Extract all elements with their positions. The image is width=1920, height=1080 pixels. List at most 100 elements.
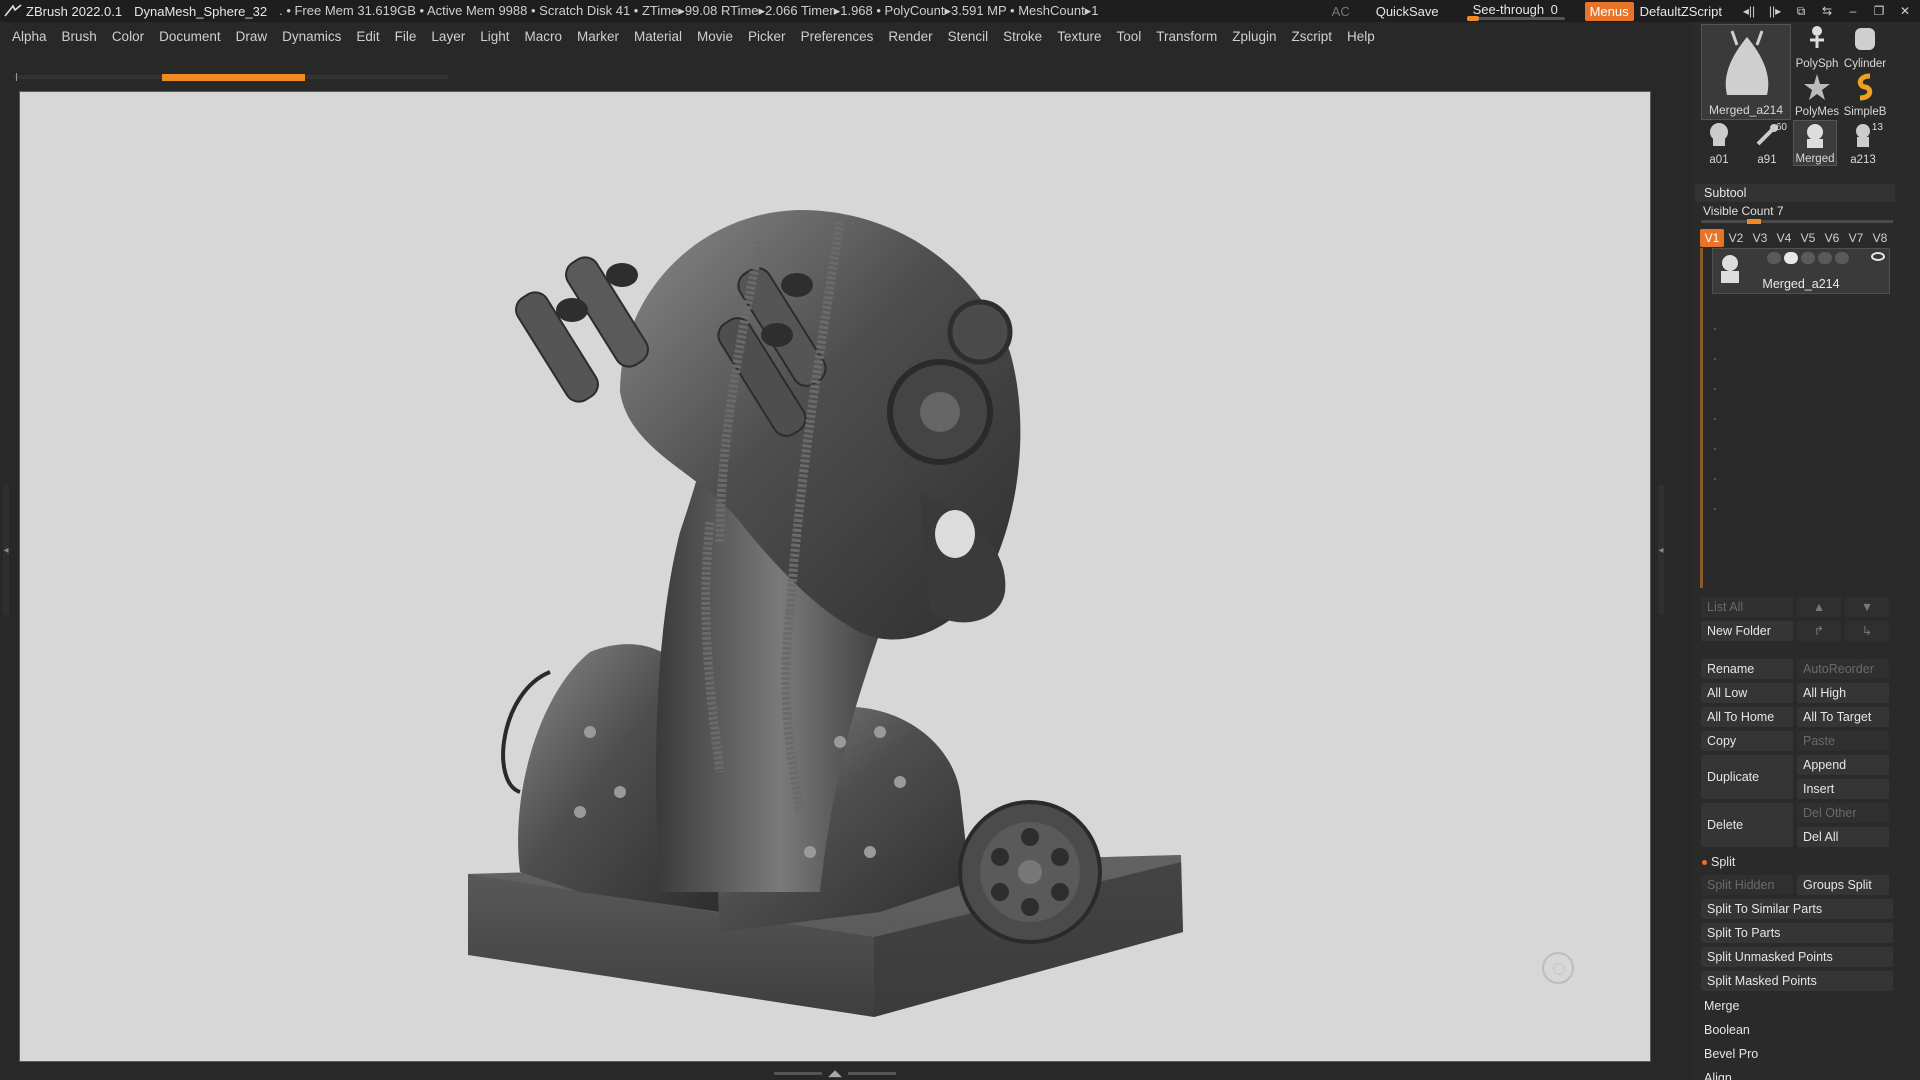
- visible-count-knob[interactable]: [1747, 219, 1761, 224]
- menu-edit[interactable]: Edit: [356, 29, 379, 44]
- tool-a01[interactable]: a01: [1697, 120, 1741, 166]
- paste-button[interactable]: Paste: [1797, 731, 1889, 751]
- menu-tool[interactable]: Tool: [1116, 29, 1141, 44]
- right-tray-handle[interactable]: ◂: [1658, 485, 1664, 615]
- ac-toggle[interactable]: AC: [1332, 4, 1350, 19]
- bottom-tray-handle[interactable]: ◢◣: [770, 1069, 900, 1078]
- menu-zscript[interactable]: Zscript: [1292, 29, 1333, 44]
- duplicate-button[interactable]: Duplicate: [1701, 755, 1793, 799]
- menu-render[interactable]: Render: [888, 29, 932, 44]
- menu-file[interactable]: File: [395, 29, 417, 44]
- menu-document[interactable]: Document: [159, 29, 221, 44]
- merge-subpalette-header[interactable]: Merge: [1704, 999, 1739, 1013]
- boolean-subpalette-header[interactable]: Boolean: [1704, 1023, 1750, 1037]
- ui-layout-icon[interactable]: ⇆: [1816, 0, 1838, 22]
- menu-material[interactable]: Material: [634, 29, 682, 44]
- menus-toggle[interactable]: Menus: [1584, 1, 1634, 21]
- left-tray-handle[interactable]: ◂: [3, 485, 9, 615]
- menu-transform[interactable]: Transform: [1156, 29, 1217, 44]
- see-through-slider[interactable]: See-through 0: [1466, 0, 1565, 22]
- menu-draw[interactable]: Draw: [236, 29, 268, 44]
- bevel-pro-subpalette-header[interactable]: Bevel Pro: [1704, 1047, 1758, 1061]
- restore-icon[interactable]: ❐: [1868, 0, 1890, 22]
- tool-simplebrush[interactable]: SimpleB: [1843, 72, 1887, 118]
- tool-a91[interactable]: 60 a91: [1745, 120, 1789, 166]
- menu-layer[interactable]: Layer: [431, 29, 465, 44]
- vtab-v1[interactable]: V1: [1700, 229, 1724, 247]
- see-through-knob[interactable]: [1466, 16, 1479, 21]
- shelf-active-segment[interactable]: [162, 74, 305, 81]
- menu-dynamics[interactable]: Dynamics: [282, 29, 341, 44]
- del-all-button[interactable]: Del All: [1797, 827, 1889, 847]
- minimize-icon[interactable]: –: [1842, 0, 1864, 22]
- list-all-button[interactable]: List All: [1701, 597, 1793, 617]
- visible-count-slider[interactable]: [1701, 219, 1893, 224]
- menu-picker[interactable]: Picker: [748, 29, 786, 44]
- del-other-button[interactable]: Del Other: [1797, 803, 1889, 823]
- split-to-similar-parts-button[interactable]: Split To Similar Parts: [1701, 899, 1893, 919]
- split-unmasked-points-button[interactable]: Split Unmasked Points: [1701, 947, 1893, 967]
- subtool-eye-icon[interactable]: [1871, 252, 1885, 261]
- tool-cylinder[interactable]: Cylinder: [1843, 24, 1887, 70]
- tool-polymesh[interactable]: PolyMes: [1795, 72, 1839, 118]
- subtool-dynamesh-icon[interactable]: [1818, 252, 1832, 264]
- canvas-viewport[interactable]: [19, 91, 1651, 1062]
- current-tool-thumbnail[interactable]: Merged_a214: [1701, 24, 1791, 120]
- default-zscript-button[interactable]: DefaultZScript: [1640, 4, 1722, 19]
- vtab-v2[interactable]: V2: [1724, 229, 1748, 247]
- vtab-v4[interactable]: V4: [1772, 229, 1796, 247]
- menu-preferences[interactable]: Preferences: [801, 29, 874, 44]
- quicksave-button[interactable]: QuickSave: [1376, 4, 1439, 19]
- vtab-v8[interactable]: V8: [1868, 229, 1892, 247]
- insert-button[interactable]: Insert: [1797, 779, 1889, 799]
- collapse-right-icon[interactable]: ||▸: [1764, 0, 1786, 22]
- split-subpalette-header[interactable]: Split: [1702, 855, 1735, 869]
- menu-brush[interactable]: Brush: [62, 29, 97, 44]
- menu-light[interactable]: Light: [480, 29, 509, 44]
- align-subpalette-header[interactable]: Align: [1704, 1071, 1732, 1080]
- tool-polysphere[interactable]: PolySph: [1795, 24, 1839, 70]
- delete-button[interactable]: Delete: [1701, 803, 1793, 847]
- layout-icon[interactable]: ⧉: [1790, 0, 1812, 22]
- all-to-home-button[interactable]: All To Home: [1701, 707, 1793, 727]
- rename-button[interactable]: Rename: [1701, 659, 1793, 679]
- subtool-header[interactable]: Subtool: [1695, 184, 1895, 202]
- vtab-v7[interactable]: V7: [1844, 229, 1868, 247]
- new-folder-button[interactable]: New Folder: [1701, 621, 1793, 641]
- subtool-lock-icon[interactable]: [1835, 252, 1849, 264]
- menu-color[interactable]: Color: [112, 29, 144, 44]
- menu-stencil[interactable]: Stencil: [948, 29, 989, 44]
- move-up-icon[interactable]: ▲: [1797, 597, 1841, 617]
- append-button[interactable]: Append: [1797, 755, 1889, 775]
- split-to-parts-button[interactable]: Split To Parts: [1701, 923, 1893, 943]
- subtool-brush-icon[interactable]: [1767, 252, 1781, 264]
- top-shelf[interactable]: [14, 73, 448, 81]
- close-icon[interactable]: ✕: [1894, 0, 1916, 22]
- folder-move-up-icon[interactable]: ↱: [1797, 621, 1841, 641]
- vtab-v5[interactable]: V5: [1796, 229, 1820, 247]
- menu-help[interactable]: Help: [1347, 29, 1375, 44]
- subtool-list-scrollbar[interactable]: [1700, 248, 1703, 588]
- menu-zplugin[interactable]: Zplugin: [1232, 29, 1276, 44]
- vtab-v6[interactable]: V6: [1820, 229, 1844, 247]
- autoreorder-button[interactable]: AutoReorder: [1797, 659, 1889, 679]
- groups-split-button[interactable]: Groups Split: [1797, 875, 1889, 895]
- tool-merged[interactable]: Merged: [1793, 120, 1837, 166]
- collapse-left-icon[interactable]: ◂||: [1738, 0, 1760, 22]
- menu-marker[interactable]: Marker: [577, 29, 619, 44]
- menu-texture[interactable]: Texture: [1057, 29, 1101, 44]
- menu-macro[interactable]: Macro: [524, 29, 562, 44]
- menu-stroke[interactable]: Stroke: [1003, 29, 1042, 44]
- subtool-item[interactable]: Merged_a214: [1712, 248, 1890, 294]
- menu-movie[interactable]: Movie: [697, 29, 733, 44]
- all-high-button[interactable]: All High: [1797, 683, 1889, 703]
- menu-alpha[interactable]: Alpha: [12, 29, 47, 44]
- split-hidden-button[interactable]: Split Hidden: [1701, 875, 1793, 895]
- navigation-gizmo-icon[interactable]: [1542, 952, 1574, 984]
- move-down-icon[interactable]: ▼: [1845, 597, 1889, 617]
- vtab-v3[interactable]: V3: [1748, 229, 1772, 247]
- tool-a213[interactable]: 13 a213: [1841, 120, 1885, 166]
- copy-button[interactable]: Copy: [1701, 731, 1793, 751]
- folder-move-down-icon[interactable]: ↳: [1845, 621, 1889, 641]
- subtool-material-icon[interactable]: [1801, 252, 1815, 264]
